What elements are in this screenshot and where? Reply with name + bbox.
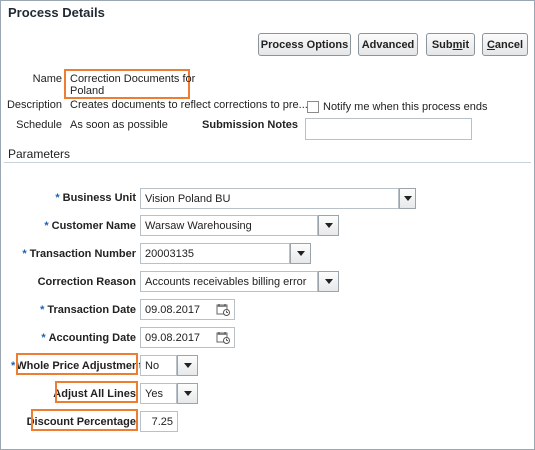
business-unit-field[interactable]: Vision Poland BU <box>140 188 399 209</box>
customer-name-label-text: Customer Name <box>51 220 136 232</box>
submission-notes-field[interactable] <box>305 118 472 140</box>
transaction-number-label: * Transaction Number <box>11 248 136 260</box>
section-divider <box>4 162 531 163</box>
business-unit-label: * Business Unit <box>41 192 136 204</box>
transaction-date-label-text: Transaction Date <box>47 304 136 316</box>
business-unit-label-text: Business Unit <box>62 192 136 204</box>
whole-price-adjustment-dropdown-button[interactable] <box>177 355 198 376</box>
chevron-down-icon <box>296 251 305 256</box>
notify-checkbox[interactable] <box>307 101 319 113</box>
correction-reason-label: Correction Reason <box>37 276 136 288</box>
required-marker: * <box>40 304 45 316</box>
adjust-all-lines-dropdown-button[interactable] <box>177 383 198 404</box>
adjust-all-lines-field[interactable]: Yes <box>140 383 177 404</box>
transaction-number-dropdown-button[interactable] <box>290 243 311 264</box>
description-value: Creates documents to reflect corrections… <box>70 99 308 111</box>
advanced-button[interactable]: Advanced <box>358 33 418 56</box>
customer-name-label: * Customer Name <box>31 220 136 232</box>
chevron-down-icon <box>183 391 192 396</box>
chevron-down-icon <box>324 279 333 284</box>
required-marker: * <box>44 220 49 232</box>
correction-reason-dropdown-button[interactable] <box>318 271 339 292</box>
discount-percentage-field[interactable]: 7.25 <box>140 411 178 432</box>
process-details-panel: Process Details Process Options Advanced… <box>0 0 535 450</box>
cancel-button[interactable]: Cancel <box>482 33 528 56</box>
description-label: Description <box>6 99 62 111</box>
adjust-all-lines-highlight-box <box>55 381 138 403</box>
schedule-label: Schedule <box>16 119 62 131</box>
required-marker: * <box>55 192 60 204</box>
customer-name-field[interactable]: Warsaw Warehousing <box>140 215 318 236</box>
accounting-date-label-text: Accounting Date <box>48 332 136 344</box>
submit-button[interactable]: Sub m it <box>426 33 475 56</box>
required-marker: * <box>41 332 46 344</box>
chevron-down-icon <box>403 196 412 201</box>
submission-notes-label: Submission Notes <box>202 119 298 131</box>
required-marker: * <box>22 248 27 260</box>
page-title: Process Details <box>8 5 105 20</box>
correction-reason-field[interactable]: Accounts receivables billing error <box>140 271 318 292</box>
required-marker: * <box>11 360 16 372</box>
chevron-down-icon <box>324 223 333 228</box>
name-value-line2: Poland <box>70 85 105 97</box>
transaction-date-label: * Transaction Date <box>21 304 136 316</box>
calendar-icon[interactable] <box>216 303 230 316</box>
name-value-line1: Correction Documents for <box>70 73 196 85</box>
name-label: Name <box>32 73 62 85</box>
transaction-number-field[interactable]: 20003135 <box>140 243 290 264</box>
process-options-button[interactable]: Process Options <box>258 33 351 56</box>
whole-price-adjustment-field[interactable]: No <box>140 355 177 376</box>
whole-price-adjustment-highlight-box <box>16 353 138 375</box>
transaction-number-label-text: Transaction Number <box>29 248 136 260</box>
parameters-section-title: Parameters <box>8 147 71 161</box>
schedule-value: As soon as possible <box>70 119 168 131</box>
calendar-icon[interactable] <box>216 331 230 344</box>
business-unit-dropdown-button[interactable] <box>399 188 416 209</box>
discount-percentage-highlight-box <box>31 409 138 431</box>
accounting-date-label: * Accounting Date <box>21 332 136 344</box>
notify-label: Notify me when this process ends <box>323 101 488 113</box>
customer-name-dropdown-button[interactable] <box>318 215 339 236</box>
chevron-down-icon <box>183 363 192 368</box>
